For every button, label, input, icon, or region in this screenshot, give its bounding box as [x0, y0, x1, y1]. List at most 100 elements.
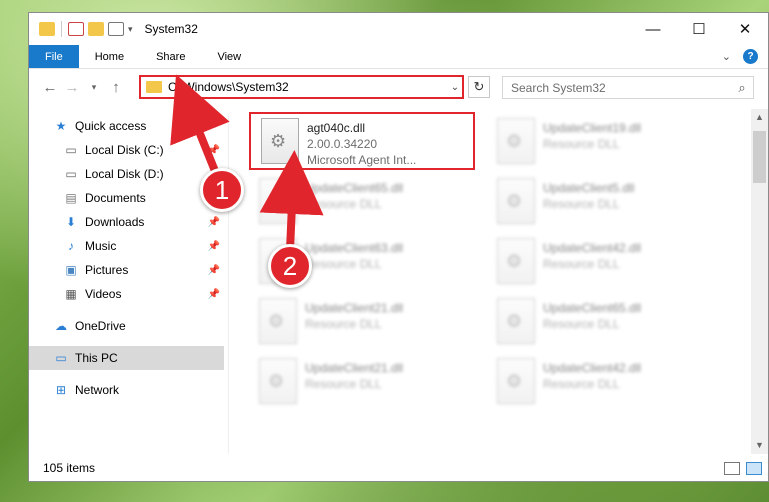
tab-share[interactable]: Share — [140, 45, 201, 68]
sidebar-item-label: Downloads — [85, 215, 145, 229]
refresh-button[interactable]: ↻ — [468, 76, 490, 98]
file-name: UpdateClient42.dll — [543, 361, 642, 375]
large-icons-view-icon[interactable] — [746, 461, 762, 475]
sidebar-item-onedrive[interactable]: ☁ OneDrive — [29, 314, 224, 338]
vertical-scrollbar[interactable]: ▲ ▼ — [751, 109, 768, 454]
recent-locations-chevron-icon[interactable]: ▾ — [83, 82, 105, 93]
video-icon: ▦ — [65, 287, 77, 301]
new-folder-icon[interactable] — [88, 22, 104, 36]
file-item[interactable]: UpdateClient21.dll Resource DLL — [249, 354, 474, 410]
title-bar: ▾ System32 — ☐ ✕ — [29, 13, 768, 45]
file-item[interactable]: UpdateClient21.dll Resource DLL — [249, 294, 474, 350]
sidebar-item-this-pc[interactable]: ▭ This PC — [29, 346, 224, 370]
rename-icon[interactable] — [108, 22, 124, 36]
item-count: 105 items — [43, 461, 96, 475]
sidebar-item-pictures[interactable]: ▣ Pictures 📌 — [29, 258, 224, 282]
tab-file[interactable]: File — [29, 45, 79, 68]
dll-file-icon — [259, 178, 297, 224]
forward-arrow-icon[interactable]: → — [61, 79, 83, 96]
back-arrow-icon[interactable]: ← — [39, 79, 61, 96]
file-description: Resource DLL — [543, 377, 620, 391]
sidebar-item-videos[interactable]: ▦ Videos 📌 — [29, 282, 224, 306]
dll-file-icon — [497, 238, 535, 284]
dll-file-icon — [497, 178, 535, 224]
search-icon[interactable]: ⌕ — [731, 80, 753, 96]
file-description: Resource DLL — [305, 257, 382, 271]
file-description: Resource DLL — [305, 377, 382, 391]
sidebar-item-label: Local Disk (D:) — [85, 167, 164, 181]
file-version: 2.00.0.34220 — [307, 137, 378, 151]
chevron-down-icon[interactable]: ⌄ — [448, 82, 462, 93]
scroll-down-icon[interactable]: ▼ — [751, 437, 768, 454]
maximize-button[interactable]: ☐ — [676, 13, 722, 45]
customize-chevron-icon[interactable]: ▾ — [128, 24, 133, 35]
ribbon-tabs: File Home Share View ⌄ ? — [29, 45, 768, 69]
sidebar-item-local-disk-d[interactable]: ▭ Local Disk (D:) — [29, 162, 224, 186]
drive-icon: ▭ — [65, 167, 77, 181]
expand-ribbon-icon[interactable]: ⌄ — [722, 50, 731, 63]
file-item[interactable]: UpdateClient42.dll Resource DLL — [487, 234, 712, 290]
dll-file-icon — [259, 358, 297, 404]
file-name: agt040c.dll — [307, 121, 366, 135]
tab-view[interactable]: View — [201, 45, 257, 68]
picture-icon: ▣ — [65, 263, 77, 277]
folder-icon — [146, 81, 162, 93]
dll-file-icon — [497, 358, 535, 404]
sidebar-item-quick-access[interactable]: ★ Quick access — [29, 114, 224, 138]
pin-icon: 📌 — [207, 240, 220, 252]
file-item-agt040c[interactable]: agt040c.dll 2.00.0.34220 Microsoft Agent… — [249, 112, 475, 170]
address-path[interactable]: C:\Windows\System32 — [168, 80, 448, 94]
file-name: UpdateClient63.dll — [305, 241, 404, 255]
file-name: UpdateClient42.dll — [543, 241, 642, 255]
file-item[interactable]: UpdateClient65.dll Resource DLL — [249, 174, 474, 230]
sidebar-item-label: Quick access — [75, 119, 147, 133]
dll-file-icon — [259, 298, 297, 344]
sidebar-item-local-disk-c[interactable]: ▭ Local Disk (C:) 📌 — [29, 138, 224, 162]
sidebar-item-music[interactable]: ♪ Music 📌 — [29, 234, 224, 258]
file-description: Resource DLL — [305, 197, 382, 211]
document-icon: ▤ — [65, 191, 77, 205]
pin-icon: 📌 — [207, 144, 220, 156]
file-name: UpdateClient19.dll — [543, 121, 642, 135]
file-item[interactable]: UpdateClient42.dll Resource DLL — [487, 354, 712, 410]
callout-2-badge: 2 — [268, 244, 312, 288]
file-description: Resource DLL — [543, 197, 620, 211]
file-item[interactable]: UpdateClient19.dll Resource DLL — [487, 114, 712, 170]
tab-home[interactable]: Home — [79, 45, 140, 68]
computer-icon: ▭ — [55, 351, 67, 365]
sidebar-item-network[interactable]: ⊞ Network — [29, 378, 224, 402]
cloud-icon: ☁ — [55, 319, 67, 333]
pin-icon: 📌 — [207, 288, 220, 300]
address-bar[interactable]: C:\Windows\System32 ⌄ — [139, 75, 464, 99]
file-item[interactable]: UpdateClient5.dll Resource DLL — [487, 174, 712, 230]
properties-icon[interactable] — [68, 22, 84, 36]
file-name: UpdateClient65.dll — [543, 301, 642, 315]
status-bar: 105 items — [29, 455, 768, 481]
quick-access-toolbar: ▾ — [29, 21, 133, 37]
search-box[interactable]: ⌕ — [502, 76, 754, 99]
navigation-pane: ★ Quick access ▭ Local Disk (C:) 📌 ▭ Loc… — [29, 114, 224, 454]
explorer-window: ▾ System32 — ☐ ✕ File Home Share View ⌄ … — [28, 12, 769, 482]
details-view-icon[interactable] — [724, 461, 740, 475]
pin-icon: 📌 — [207, 264, 220, 276]
divider — [61, 21, 62, 37]
file-description: Resource DLL — [543, 137, 620, 151]
folder-icon — [39, 22, 55, 36]
search-input[interactable] — [503, 80, 731, 95]
minimize-button[interactable]: — — [630, 13, 676, 45]
scroll-thumb[interactable] — [753, 131, 766, 183]
sidebar-item-label: Music — [85, 239, 117, 253]
up-arrow-icon[interactable]: ↑ — [105, 79, 127, 96]
file-item[interactable]: UpdateClient65.dll Resource DLL — [487, 294, 712, 350]
sidebar-item-label: This PC — [75, 351, 118, 365]
close-button[interactable]: ✕ — [722, 13, 768, 45]
sidebar-item-documents[interactable]: ▤ Documents 📌 — [29, 186, 224, 210]
pin-icon: 📌 — [207, 216, 220, 228]
question-icon[interactable]: ? — [743, 49, 758, 64]
sidebar-item-label: Network — [75, 383, 120, 397]
scroll-up-icon[interactable]: ▲ — [751, 109, 768, 126]
file-name: UpdateClient21.dll — [305, 361, 404, 375]
sidebar-item-label: Local Disk (C:) — [85, 143, 164, 157]
sidebar-item-downloads[interactable]: ⬇ Downloads 📌 — [29, 210, 224, 234]
file-description: Resource DLL — [543, 257, 620, 271]
